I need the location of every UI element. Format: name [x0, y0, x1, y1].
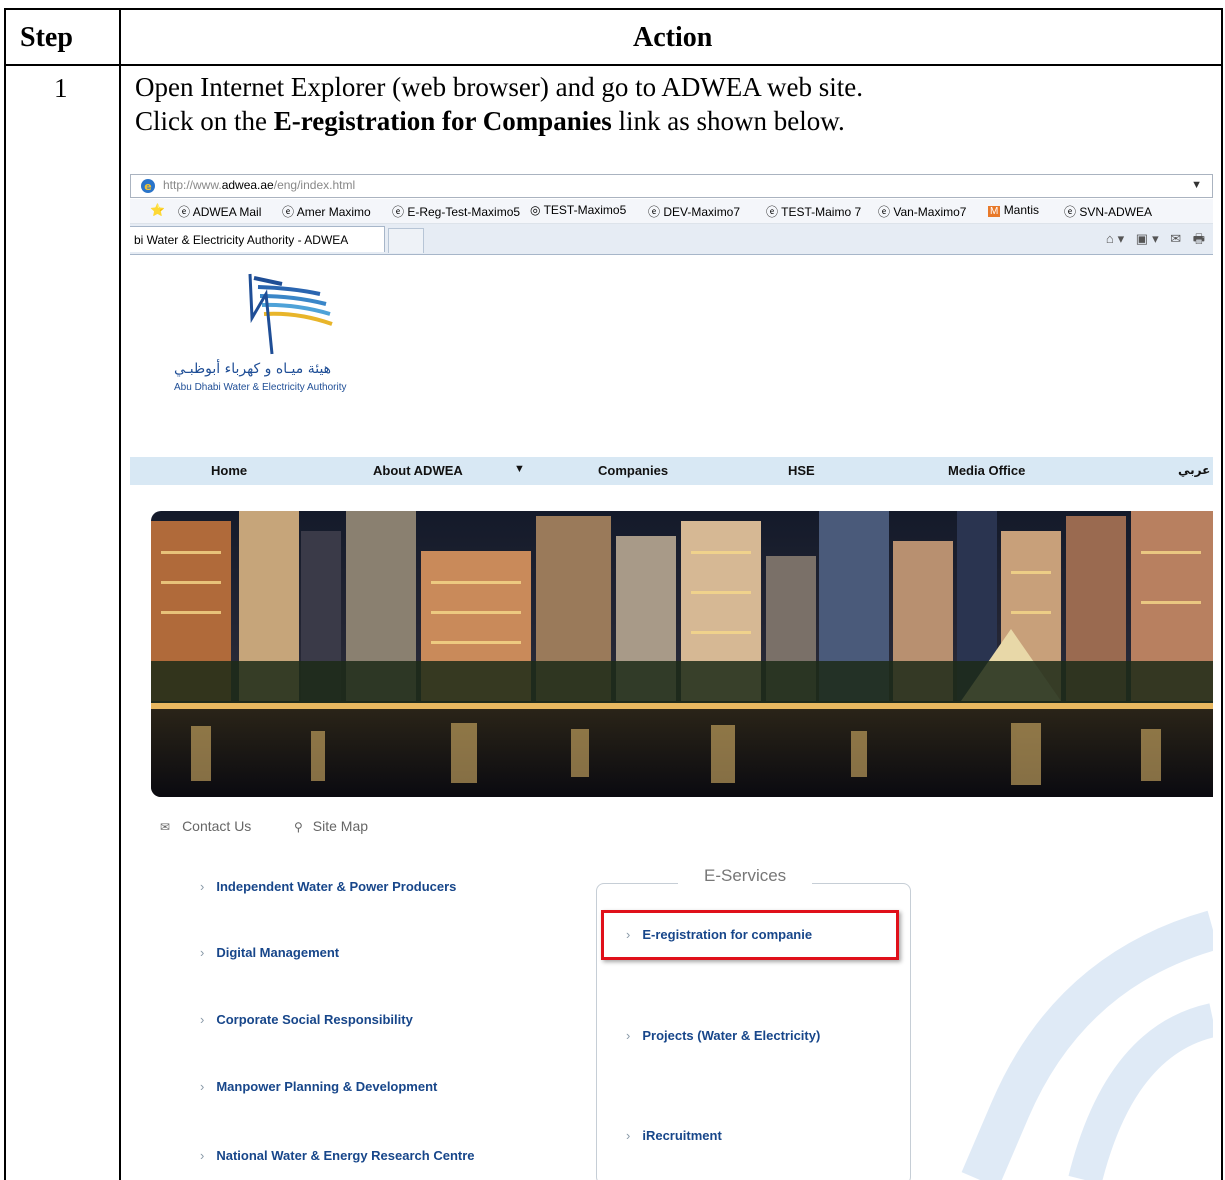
city-night-banner-image	[151, 511, 1213, 797]
column-divider	[119, 8, 121, 1180]
toolbar-icons[interactable]: ⌂▾ ▣▾ ✉ 🖶	[1106, 230, 1209, 252]
link-digital-management[interactable]: › Digital Management	[200, 945, 339, 960]
highlight-box	[601, 910, 899, 960]
favorite-link[interactable]: ⓔ Amer Maximo	[282, 203, 371, 220]
dropdown-arrow-icon[interactable]: ▼	[1191, 179, 1202, 191]
nav-hse[interactable]: HSE	[788, 463, 815, 478]
table-right-border	[1221, 8, 1223, 1180]
contact-us-link[interactable]: ✉ Contact Us	[160, 818, 251, 834]
svg-text:e: e	[144, 180, 151, 193]
favorite-link[interactable]: ⓔ SVN-ADWEA	[1064, 203, 1152, 220]
watermark-logo-icon	[950, 910, 1213, 1180]
nav-companies[interactable]: Companies	[598, 463, 668, 478]
link-independent-water[interactable]: › Independent Water & Power Producers	[200, 879, 456, 894]
browser-screenshot: e http://www.adwea.ae/eng/index.html ▼ ⭐…	[130, 170, 1213, 1180]
favorite-link[interactable]: ⓔ TEST-Maimo 7	[766, 203, 861, 220]
step-number: 1	[54, 73, 68, 103]
eservices-title: E-Services	[678, 866, 813, 886]
favorite-link[interactable]: ⓔ E-Reg-Test-Maximo5	[392, 203, 520, 220]
link-manpower-planning[interactable]: › Manpower Planning & Development	[200, 1079, 437, 1094]
active-tab[interactable]: bi Water & Electricity Authority - ADWEA	[130, 226, 385, 252]
favorite-link[interactable]: ⓔ DEV-Maximo7	[648, 203, 740, 220]
table-left-border	[4, 8, 6, 1180]
header-step: Step	[20, 22, 73, 53]
arrow-icon: ›	[200, 1079, 205, 1094]
instruction-line-2: Click on the E-registration for Companie…	[135, 106, 845, 136]
nav-arabic[interactable]: عربي	[1178, 463, 1210, 477]
tab-bar: bi Water & Electricity Authority - ADWEA…	[130, 224, 1213, 255]
logo-arabic-text: هيئة ميـاه و كهرباء أبوظبـي	[174, 361, 332, 377]
link-irecruitment[interactable]: › iRecruitment	[626, 1128, 722, 1143]
favorites-bar: ⭐ ⓔ ADWEA Mail ⓔ Amer Maximo ⓔ E-Reg-Tes…	[130, 199, 1213, 224]
new-tab-button[interactable]	[388, 228, 424, 253]
favorite-link[interactable]: ◎ TEST-Maximo5	[530, 203, 626, 217]
ie-icon: e	[140, 178, 156, 199]
arrow-icon: ›	[626, 1028, 631, 1043]
adwea-logo-icon	[222, 270, 342, 365]
instruction-line-1: Open Internet Explorer (web browser) and…	[135, 72, 864, 102]
site-map-link[interactable]: ⚲ Site Map	[294, 818, 368, 834]
arrow-icon: ›	[626, 1128, 631, 1143]
site-nav: Home About ADWEA ▼ Companies HSE Media O…	[130, 457, 1213, 485]
arrow-icon: ›	[200, 879, 205, 894]
logo-english-text: Abu Dhabi Water & Electricity Authority	[174, 382, 347, 393]
nav-about[interactable]: About ADWEA	[373, 463, 463, 478]
address-bar[interactable]: e http://www.adwea.ae/eng/index.html ▼	[130, 174, 1213, 198]
envelope-icon: ✉	[160, 820, 171, 834]
favorites-star-icon[interactable]: ⭐	[150, 203, 165, 217]
arrow-icon: ›	[200, 1148, 205, 1163]
nav-media-office[interactable]: Media Office	[948, 463, 1025, 478]
link-projects[interactable]: › Projects (Water & Electricity)	[626, 1028, 820, 1043]
link-corporate-social[interactable]: › Corporate Social Responsibility	[200, 1012, 413, 1027]
link-national-water[interactable]: › National Water & Energy Research Centre	[200, 1148, 475, 1163]
nav-home[interactable]: Home	[211, 463, 247, 478]
favorite-link[interactable]: ⓔ ADWEA Mail	[178, 203, 261, 220]
arrow-icon: ›	[200, 1012, 205, 1027]
header-row-border	[4, 64, 1223, 66]
instruction-link-name: E-registration for Companies	[273, 106, 612, 136]
table-top-border	[4, 8, 1223, 10]
favorite-link[interactable]: ⓔ Van-Maximo7	[878, 203, 966, 220]
sitemap-icon: ⚲	[294, 820, 303, 834]
url-text: http://www.adwea.ae/eng/index.html	[163, 178, 356, 192]
favorite-link[interactable]: M Mantis	[988, 203, 1039, 217]
about-dropdown-icon[interactable]: ▼	[514, 463, 525, 475]
header-action: Action	[633, 22, 713, 53]
arrow-icon: ›	[200, 945, 205, 960]
